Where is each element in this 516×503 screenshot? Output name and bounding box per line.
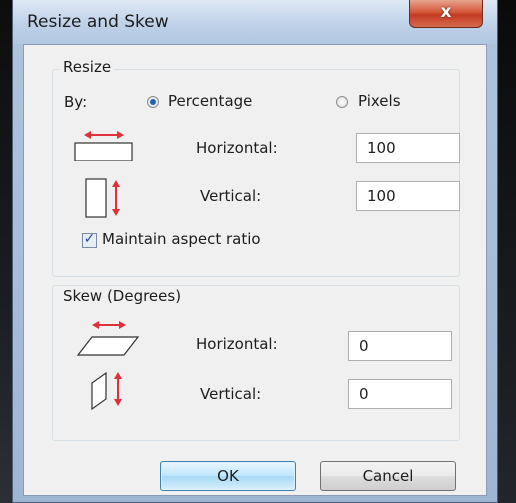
skew-group	[52, 285, 460, 441]
resize-legend: Resize	[60, 58, 115, 76]
resize-skew-dialog: Resize and Skew x Resize By: Percentage …	[12, 0, 498, 503]
maintain-aspect-label[interactable]: Maintain aspect ratio	[102, 230, 261, 248]
check-icon: ✓	[83, 231, 96, 247]
resize-horizontal-label: Horizontal:	[196, 139, 278, 157]
resize-horizontal-icon	[74, 131, 133, 161]
pixels-radio[interactable]	[336, 96, 348, 108]
skew-horizontal-icon	[76, 321, 140, 356]
skew-vertical-input[interactable]: 0	[348, 379, 452, 409]
skew-vertical-icon	[91, 371, 122, 411]
by-label: By:	[64, 93, 88, 111]
percentage-label[interactable]: Percentage	[168, 92, 252, 110]
skew-vertical-label: Vertical:	[200, 385, 262, 403]
close-icon: x	[440, 2, 452, 22]
dialog-client-area: Resize By: Percentage Pixels Horizontal:…	[23, 44, 487, 496]
dialog-title: Resize and Skew	[27, 12, 169, 32]
resize-horizontal-input[interactable]: 100	[356, 133, 460, 163]
resize-vertical-input[interactable]: 100	[356, 181, 460, 211]
close-button[interactable]: x	[409, 0, 483, 28]
skew-horizontal-input[interactable]: 0	[348, 331, 452, 361]
title-bar[interactable]: Resize and Skew x	[13, 0, 497, 44]
resize-vertical-label: Vertical:	[200, 187, 262, 205]
resize-vertical-icon	[85, 178, 120, 218]
pixels-label[interactable]: Pixels	[358, 92, 401, 110]
ok-button[interactable]: OK	[160, 461, 296, 491]
maintain-aspect-checkbox[interactable]: ✓	[82, 231, 97, 248]
skew-horizontal-label: Horizontal:	[196, 335, 278, 353]
percentage-radio[interactable]	[147, 96, 159, 108]
skew-legend: Skew (Degrees)	[60, 287, 185, 305]
cancel-button[interactable]: Cancel	[320, 461, 456, 491]
